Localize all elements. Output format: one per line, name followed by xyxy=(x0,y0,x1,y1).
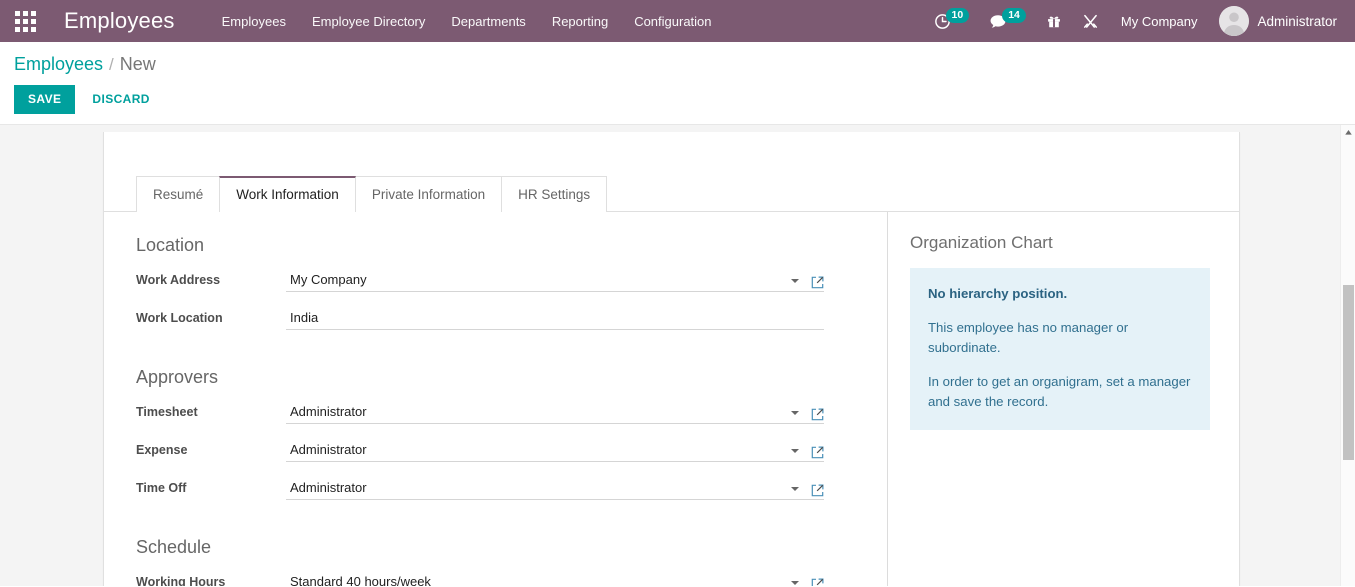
sheet-scroll-area: Resumé Work Information Private Informat… xyxy=(0,125,1340,586)
alert-line-1: This employee has no manager or subordin… xyxy=(928,318,1192,358)
gift-icon xyxy=(1046,13,1062,29)
group-title-approvers: Approvers xyxy=(136,366,887,388)
field-expense-approver: Expense Administrator xyxy=(136,436,887,462)
field-value-working-hours[interactable]: Standard 40 hours/week xyxy=(286,573,787,586)
chevron-down-icon[interactable] xyxy=(791,279,799,283)
form-columns: Location Work Address My Company xyxy=(104,212,887,586)
organization-chart-panel: Organization Chart No hierarchy position… xyxy=(887,212,1239,586)
chevron-down-icon[interactable] xyxy=(791,581,799,585)
external-link-icon[interactable] xyxy=(811,276,824,289)
developer-tools-button[interactable] xyxy=(1072,0,1109,42)
systray: 10 14 My Company xyxy=(924,0,1343,42)
user-menu-button[interactable]: Administrator xyxy=(1209,0,1343,42)
field-value-work-location[interactable]: India xyxy=(286,309,824,329)
group-title-schedule: Schedule xyxy=(136,536,887,558)
main-menu-bar: Employees Employee Directory Departments… xyxy=(209,0,725,42)
field-value-timesheet[interactable]: Administrator xyxy=(286,403,787,423)
breadcrumb-separator: / xyxy=(109,53,114,77)
tab-hr-settings[interactable]: HR Settings xyxy=(501,176,607,212)
tab-resume[interactable]: Resumé xyxy=(136,176,220,212)
field-value-time-off[interactable]: Administrator xyxy=(286,479,787,499)
record-action-buttons: SAVE DISCARD xyxy=(14,85,1341,114)
save-button[interactable]: SAVE xyxy=(14,85,75,114)
field-control-work-address[interactable]: My Company xyxy=(286,267,824,292)
crossed-tools-icon xyxy=(1082,13,1099,30)
top-navbar: Employees Employees Employee Directory D… xyxy=(0,0,1355,42)
field-label-working-hours: Working Hours xyxy=(136,573,286,586)
field-work-location: Work Location India xyxy=(136,304,887,330)
field-control-expense[interactable]: Administrator xyxy=(286,437,824,462)
current-company-label[interactable]: My Company xyxy=(1109,0,1210,42)
external-link-icon[interactable] xyxy=(811,408,824,421)
work-information-tab-panel: Location Work Address My Company xyxy=(104,212,1239,586)
field-label-timesheet: Timesheet xyxy=(136,403,286,424)
menu-item-employee-directory[interactable]: Employee Directory xyxy=(299,0,438,42)
menu-item-configuration[interactable]: Configuration xyxy=(621,0,724,42)
messaging-menu-button[interactable]: 14 xyxy=(979,0,1036,42)
external-link-icon[interactable] xyxy=(811,446,824,459)
group-approvers: Approvers Timesheet Administrator xyxy=(136,366,887,500)
field-label-expense: Expense xyxy=(136,441,286,462)
control-panel: Employees / New SAVE DISCARD xyxy=(0,42,1355,125)
breadcrumb-employees-link[interactable]: Employees xyxy=(14,52,103,76)
menu-item-employees[interactable]: Employees xyxy=(209,0,299,42)
apps-grid-icon xyxy=(15,11,36,32)
form-view-body: Resumé Work Information Private Informat… xyxy=(0,125,1355,586)
discard-button[interactable]: DISCARD xyxy=(79,85,162,114)
field-control-time-off[interactable]: Administrator xyxy=(286,475,824,500)
breadcrumb: Employees / New xyxy=(14,52,1341,77)
menu-item-reporting[interactable]: Reporting xyxy=(539,0,621,42)
group-schedule: Schedule Working Hours Standard 40 hours… xyxy=(136,536,887,586)
field-timeoff-approver: Time Off Administrator xyxy=(136,474,887,500)
group-location: Location Work Address My Company xyxy=(136,234,887,330)
breadcrumb-current-record: New xyxy=(120,52,156,76)
current-user-label: Administrator xyxy=(1257,14,1337,29)
activities-count-badge: 10 xyxy=(946,8,970,23)
field-value-work-address[interactable]: My Company xyxy=(286,271,787,291)
gift-menu-button[interactable] xyxy=(1036,0,1072,42)
field-control-timesheet[interactable]: Administrator xyxy=(286,399,824,424)
user-avatar-icon xyxy=(1219,6,1249,36)
field-work-address: Work Address My Company xyxy=(136,266,887,292)
group-title-location: Location xyxy=(136,234,887,256)
activities-menu-button[interactable]: 10 xyxy=(924,0,980,42)
external-link-icon[interactable] xyxy=(811,578,824,586)
chevron-down-icon[interactable] xyxy=(791,449,799,453)
field-label-work-address: Work Address xyxy=(136,271,286,292)
scrollbar-thumb[interactable] xyxy=(1343,285,1354,460)
messages-count-badge: 14 xyxy=(1002,8,1026,23)
chevron-down-icon[interactable] xyxy=(791,411,799,415)
field-label-work-location: Work Location xyxy=(136,309,286,330)
field-timesheet-approver: Timesheet Administrator xyxy=(136,398,887,424)
chevron-down-icon[interactable] xyxy=(791,487,799,491)
field-control-work-location[interactable]: India xyxy=(286,305,824,330)
external-link-icon[interactable] xyxy=(811,484,824,497)
field-working-hours: Working Hours Standard 40 hours/week xyxy=(136,568,887,586)
menu-item-departments[interactable]: Departments xyxy=(438,0,538,42)
vertical-scrollbar[interactable] xyxy=(1340,125,1355,586)
scroll-up-arrow-icon[interactable] xyxy=(1341,125,1355,140)
tab-work-information[interactable]: Work Information xyxy=(219,176,356,212)
notebook-tab-bar: Resumé Work Information Private Informat… xyxy=(104,132,1239,212)
field-label-time-off: Time Off xyxy=(136,479,286,500)
record-sheet: Resumé Work Information Private Informat… xyxy=(103,132,1240,586)
tab-private-information[interactable]: Private Information xyxy=(355,176,502,212)
app-brand-title[interactable]: Employees xyxy=(64,8,175,34)
no-hierarchy-alert: No hierarchy position. This employee has… xyxy=(910,268,1210,430)
field-control-working-hours[interactable]: Standard 40 hours/week xyxy=(286,569,824,586)
alert-heading: No hierarchy position. xyxy=(928,284,1192,304)
field-value-expense[interactable]: Administrator xyxy=(286,441,787,461)
alert-line-2: In order to get an organigram, set a man… xyxy=(928,372,1192,412)
organization-chart-title: Organization Chart xyxy=(910,232,1215,254)
apps-menu-button[interactable] xyxy=(8,4,42,38)
